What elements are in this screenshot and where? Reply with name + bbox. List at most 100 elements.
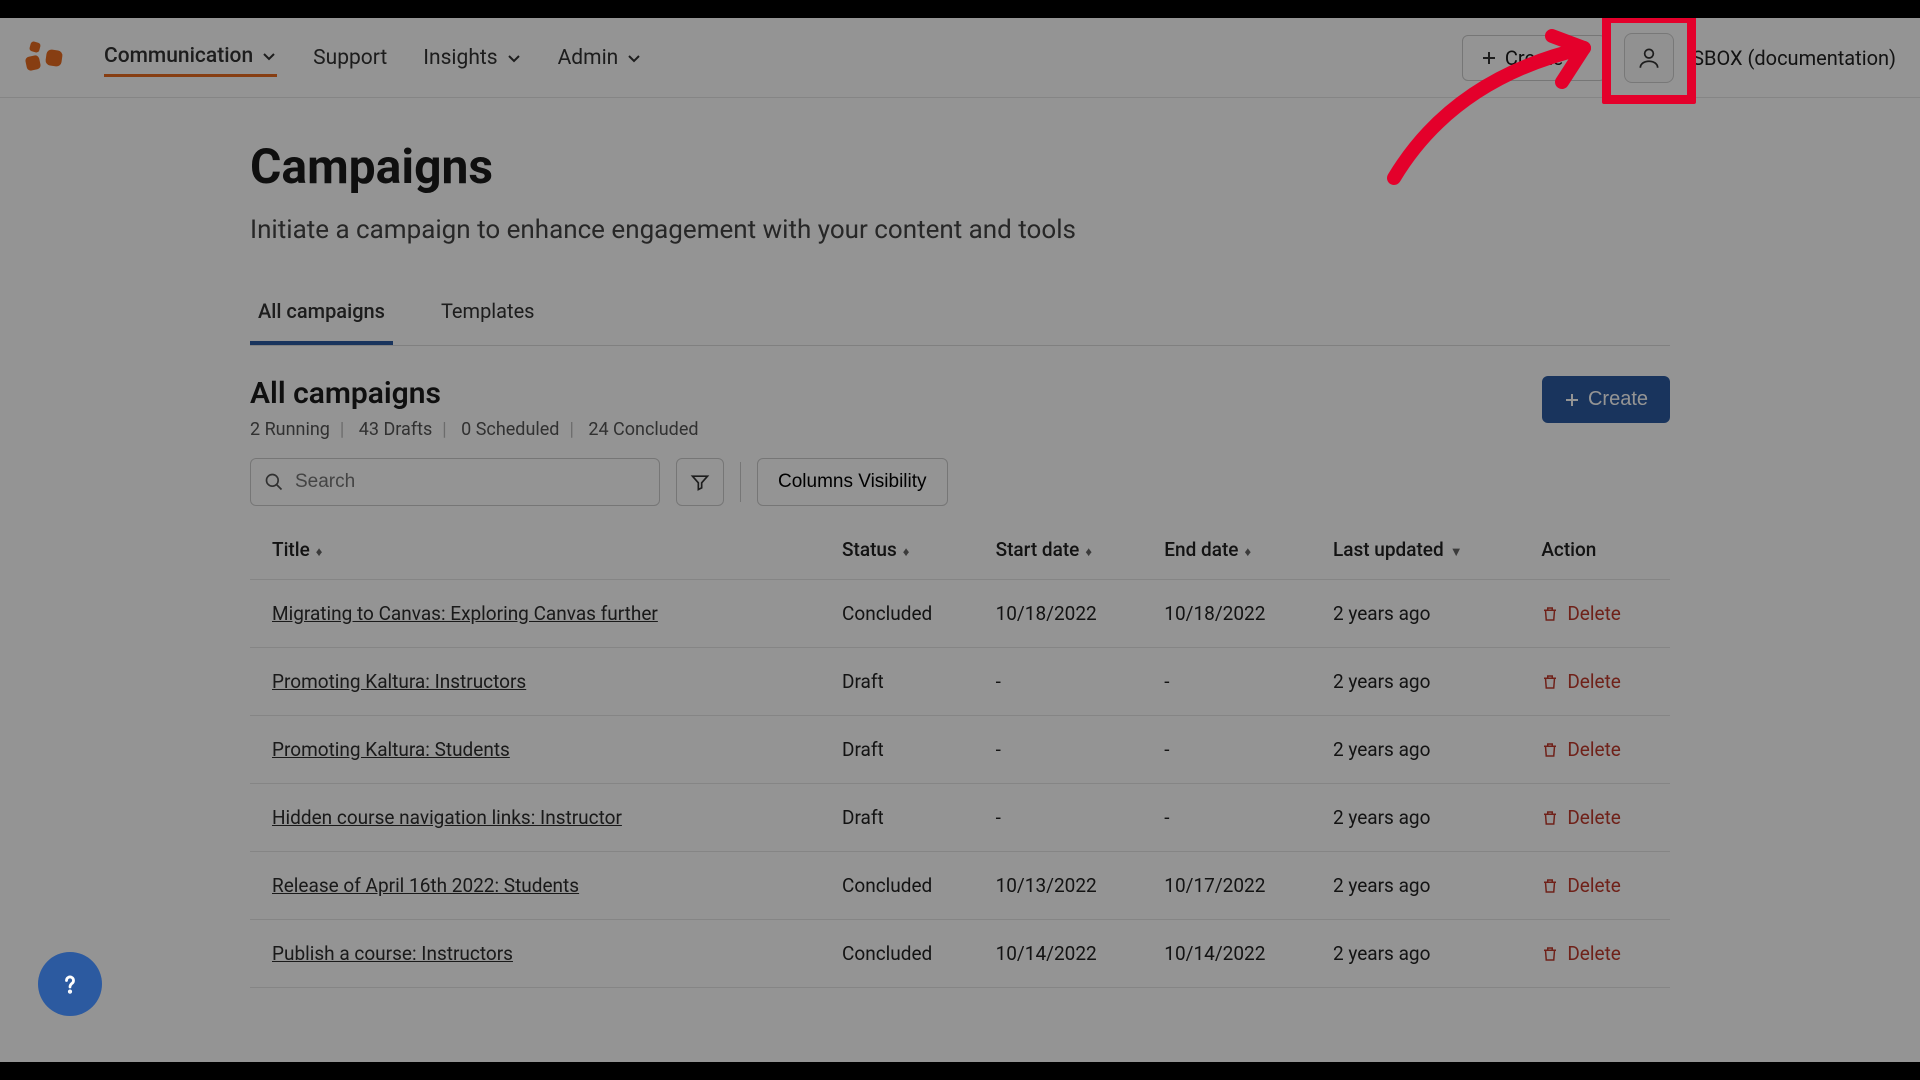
table-row: Promoting Kaltura: StudentsDraft--2 year… [250,716,1670,784]
count-drafts: 43 Drafts [359,419,433,440]
delete-button[interactable]: Delete [1541,602,1660,625]
cell-start: 10/13/2022 [986,852,1155,920]
cell-title: Promoting Kaltura: Students [250,716,832,784]
trash-icon [1541,877,1559,895]
brand-logo[interactable] [24,38,64,78]
help-fab[interactable] [38,952,102,1016]
topbar-right: Create SBOX (documentation) [1462,33,1896,83]
cell-action: Delete [1531,648,1670,716]
nav-label: Insights [423,46,497,70]
col-title[interactable]: Title♦ [250,520,832,580]
trash-icon [1541,673,1559,691]
plus-icon [1564,392,1580,408]
cell-end: - [1154,784,1323,852]
columns-visibility-button[interactable]: Columns Visibility [757,458,948,506]
cell-status: Concluded [832,852,986,920]
search-input[interactable] [250,458,660,506]
trash-icon [1541,809,1559,827]
user-button[interactable] [1624,33,1674,83]
nav-item-insights[interactable]: Insights [423,40,521,76]
delete-label: Delete [1567,602,1621,625]
cell-updated: 2 years ago [1323,716,1531,784]
cell-start: - [986,784,1155,852]
trash-icon [1541,945,1559,963]
sort-icon: ♦ [1085,545,1092,560]
table-row: Migrating to Canvas: Exploring Canvas fu… [250,580,1670,648]
org-label: SBOX (documentation) [1692,46,1896,70]
cell-action: Delete [1531,580,1670,648]
cell-title: Migrating to Canvas: Exploring Canvas fu… [250,580,832,648]
trash-icon [1541,741,1559,759]
count-scheduled: 0 Scheduled [461,419,559,440]
nav-label: Communication [104,44,253,68]
cell-status: Concluded [832,580,986,648]
chevron-down-icon [1571,50,1587,66]
user-icon [1636,45,1662,71]
col-start[interactable]: Start date♦ [986,520,1155,580]
cell-title: Promoting Kaltura: Instructors [250,648,832,716]
cell-end: 10/14/2022 [1154,920,1323,988]
chevron-down-icon [626,50,642,66]
nav-item-admin[interactable]: Admin [558,40,643,76]
sort-icon: ♦ [1244,545,1251,560]
cell-title: Publish a course: Instructors [250,920,832,988]
tab-templates[interactable]: Templates [433,287,543,345]
count-running: 2 Running [250,419,330,440]
cell-end: 10/17/2022 [1154,852,1323,920]
delete-button[interactable]: Delete [1541,942,1660,965]
count-concluded: 24 Concluded [588,419,698,440]
page-title: Campaigns [250,138,1670,195]
trash-icon [1541,605,1559,623]
campaign-link[interactable]: Promoting Kaltura: Instructors [272,670,526,693]
table-row: Release of April 16th 2022: Students Conc… [250,852,1670,920]
filter-button[interactable] [676,458,724,506]
campaign-link[interactable]: Migrating to Canvas: Exploring Canvas fu… [272,602,658,625]
nav-item-support[interactable]: Support [313,40,387,76]
nav-item-communication[interactable]: Communication [104,38,277,77]
cell-status: Draft [832,648,986,716]
cell-updated: 2 years ago [1323,852,1531,920]
page-subtitle: Initiate a campaign to enhance engagemen… [250,215,1670,245]
sort-desc-icon: ▼ [1450,545,1463,560]
question-icon [56,970,84,998]
campaign-link[interactable]: Hidden course navigation links: Instruct… [272,806,622,829]
delete-button[interactable]: Delete [1541,874,1660,897]
campaign-link[interactable]: Release of April 16th 2022: Students [272,874,579,897]
tab-all-campaigns[interactable]: All campaigns [250,287,393,345]
cell-action: Delete [1531,784,1670,852]
delete-label: Delete [1567,806,1621,829]
cell-start: - [986,716,1155,784]
status-counts: 2 Running| 43 Drafts| 0 Scheduled| 24 Co… [250,419,699,440]
delete-label: Delete [1567,874,1621,897]
col-updated[interactable]: Last updated▼ [1323,520,1531,580]
delete-button[interactable]: Delete [1541,738,1660,761]
delete-label: Delete [1567,738,1621,761]
campaign-link[interactable]: Publish a course: Instructors [272,942,513,965]
create-campaign-button[interactable]: Create [1542,376,1670,423]
cell-status: Concluded [832,920,986,988]
cell-status: Draft [832,716,986,784]
divider [740,462,741,502]
topbar-create-button[interactable]: Create [1462,35,1606,81]
campaigns-table: Title♦ Status♦ Start date♦ End date♦ Las… [250,520,1670,988]
plus-icon [1481,50,1497,66]
delete-button[interactable]: Delete [1541,806,1660,829]
sort-icon: ♦ [903,545,910,560]
campaign-link[interactable]: Promoting Kaltura: Students [272,738,510,761]
section-header: All campaigns 2 Running| 43 Drafts| 0 Sc… [250,376,1670,440]
col-end[interactable]: End date♦ [1154,520,1323,580]
delete-button[interactable]: Delete [1541,670,1660,693]
delete-label: Delete [1567,942,1621,965]
nav-label: Admin [558,46,619,70]
section-heading: All campaigns [250,376,699,411]
cell-title: Hidden course navigation links: Instruct… [250,784,832,852]
col-status[interactable]: Status♦ [832,520,986,580]
table-row: Hidden course navigation links: Instruct… [250,784,1670,852]
search-icon [264,472,284,492]
letterbox-top [0,0,1920,18]
cell-updated: 2 years ago [1323,648,1531,716]
cell-status: Draft [832,784,986,852]
cell-end: - [1154,716,1323,784]
cell-updated: 2 years ago [1323,920,1531,988]
cell-start: 10/14/2022 [986,920,1155,988]
